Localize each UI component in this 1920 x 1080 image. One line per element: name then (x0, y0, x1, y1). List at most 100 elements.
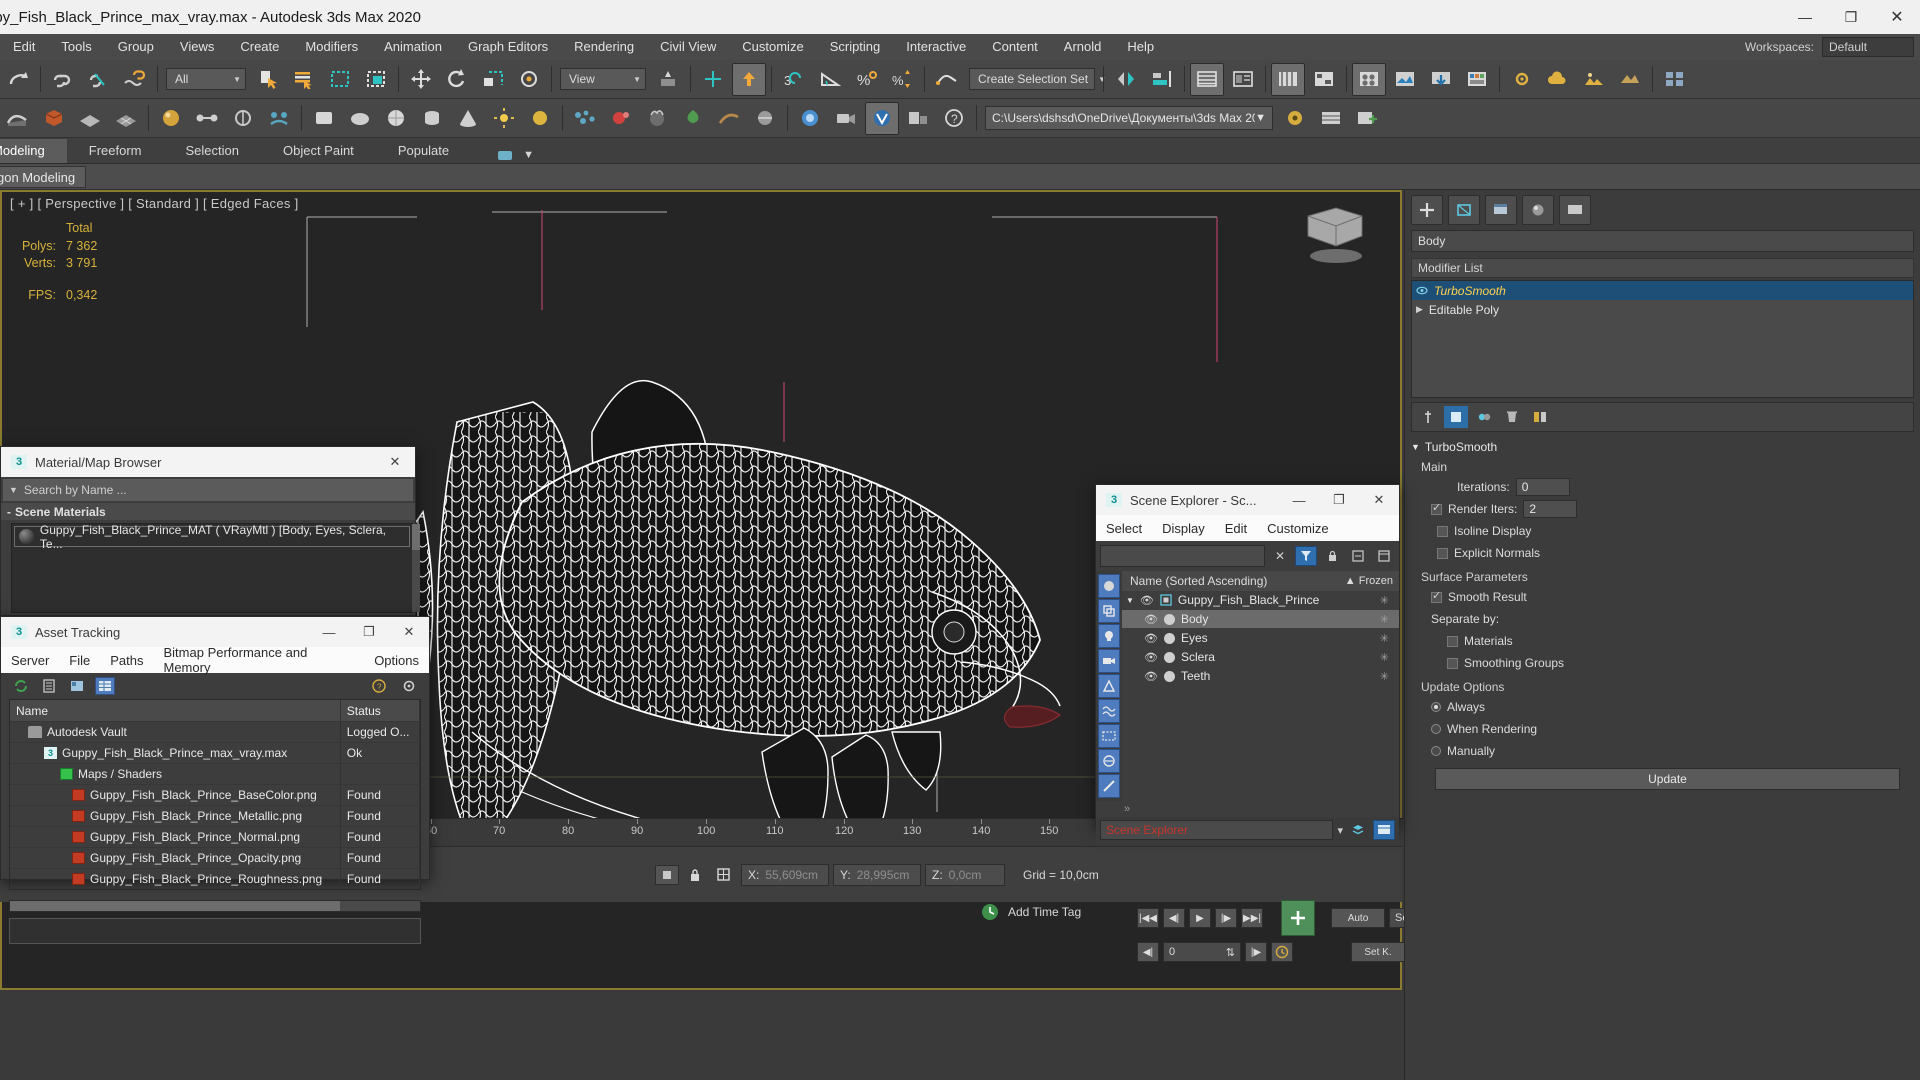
list-item[interactable]: 👁 Eyes ✳ (1122, 629, 1399, 648)
chevron-down-icon[interactable]: ▾ (1337, 824, 1343, 837)
placement-icon[interactable] (512, 63, 546, 96)
target-camera-icon[interactable] (829, 102, 863, 135)
ribbon-tab-freeform[interactable]: Freeform (67, 139, 164, 163)
go-to-start-icon[interactable]: |◀◀ (1137, 908, 1159, 928)
menu-group[interactable]: Group (105, 34, 167, 60)
ribbon-tab-modeling[interactable]: Modeling (0, 139, 67, 163)
asset-tracking-maximize-icon[interactable]: ❐ (349, 617, 389, 647)
pin-stack-icon[interactable] (1416, 406, 1440, 428)
asset-tracking-minimize-icon[interactable]: — (309, 617, 349, 647)
eye-icon[interactable]: 👁 (1144, 651, 1158, 664)
scene-explorer-name-field[interactable]: Scene Explorer (1100, 820, 1334, 840)
list-item[interactable]: 👁 Sclera ✳ (1122, 648, 1399, 667)
frozen-marker[interactable]: ✳ (1380, 613, 1399, 626)
list-item[interactable]: ▼ 👁 Guppy_Fish_Black_Prince ✳ (1122, 591, 1399, 610)
layer-stack-icon[interactable] (1347, 820, 1369, 840)
key-mode-prev-icon[interactable]: ◀| (1137, 942, 1159, 962)
menu-graph-editors[interactable]: Graph Editors (455, 34, 561, 60)
eye-icon[interactable]: 👁 (1144, 613, 1158, 626)
auto-key-button[interactable]: Auto (1331, 908, 1385, 928)
list-item[interactable]: 👁 Teeth ✳ (1122, 667, 1399, 686)
menu-civil-view[interactable]: Civil View (647, 34, 729, 60)
open-render-gallery-icon[interactable] (1577, 63, 1611, 96)
spinner-snap-icon[interactable]: % (885, 63, 919, 96)
material-map-browser-window[interactable]: 3 Material/Map Browser ✕ ▼ Search by Nam… (0, 446, 420, 616)
create-geosphere-icon[interactable] (379, 102, 413, 135)
z-coordinate-field[interactable]: Z: 0,0cm (925, 863, 1005, 886)
expand-all-icon[interactable] (1347, 546, 1369, 566)
eye-icon[interactable]: 👁 (1140, 594, 1154, 607)
menu-modifiers[interactable]: Modifiers (292, 34, 371, 60)
frozen-marker[interactable]: ✳ (1380, 632, 1399, 645)
snaps-toggle-icon[interactable] (732, 62, 766, 96)
time-configuration-icon[interactable] (1271, 942, 1293, 962)
render-frame-window-icon[interactable] (1424, 63, 1458, 96)
hierarchy-tab-icon[interactable] (1485, 195, 1517, 225)
menu-arnold[interactable]: Arnold (1051, 34, 1115, 60)
scene-explorer-minimize-icon[interactable]: — (1279, 485, 1319, 515)
open-scene-converter-icon[interactable] (1613, 63, 1647, 96)
table-row[interactable]: Guppy_Fish_Black_Prince_Roughness.png Fo… (10, 868, 420, 889)
vray-toolbar-icon[interactable] (865, 101, 899, 135)
modifier-list-label[interactable]: Modifier List (1411, 258, 1914, 278)
link-constraint-icon[interactable] (190, 102, 224, 135)
close-icon[interactable]: ✕ (1874, 0, 1920, 34)
named-selection-sets-combo[interactable]: Create Selection Set ▼ (969, 68, 1106, 90)
select-and-manipulate-icon[interactable] (696, 63, 730, 96)
isoline-display-checkbox[interactable] (1437, 525, 1448, 537)
ribbon-tab-populate[interactable]: Populate (376, 139, 471, 163)
x-coordinate-field[interactable]: X: 55,609cm (741, 863, 829, 886)
modify-tab-icon[interactable] (1448, 195, 1480, 225)
menu-animation[interactable]: Animation (371, 34, 455, 60)
chevron-right-icon[interactable]: ▶ (1416, 304, 1423, 315)
collapse-icon[interactable]: - (7, 505, 11, 519)
align-icon[interactable] (1145, 63, 1179, 96)
clear-search-icon[interactable]: ✕ (1269, 546, 1291, 566)
add-layer-icon[interactable] (1350, 102, 1384, 135)
create-cone-icon[interactable] (451, 102, 485, 135)
workspaces-selector[interactable]: Workspaces: Default (1745, 34, 1914, 60)
menu-scripting[interactable]: Scripting (817, 34, 894, 60)
chevron-down-icon[interactable]: ▼ (1126, 596, 1134, 605)
material-search-input[interactable]: Search by Name ... (24, 483, 127, 497)
table-row[interactable]: Maps / Shaders (10, 763, 420, 784)
thumbnail-view-icon[interactable] (67, 677, 87, 695)
add-time-tag-button[interactable] (1281, 900, 1315, 936)
render-elements-icon[interactable] (901, 102, 935, 135)
list-item[interactable]: 👁 Body ✳ (1122, 610, 1399, 629)
selection-lock-square-icon[interactable] (655, 864, 679, 885)
render-iters-checkbox[interactable] (1431, 501, 1442, 515)
settings-icon[interactable] (399, 677, 419, 695)
ik-solver-icon[interactable] (226, 102, 260, 135)
sun-positioner-icon[interactable] (523, 102, 557, 135)
select-object-icon[interactable] (251, 63, 285, 96)
hair-and-fur-icon[interactable] (640, 102, 674, 135)
table-row[interactable]: Autodesk Vault Logged O... (10, 721, 420, 742)
asset-col-status[interactable]: Status (341, 700, 420, 721)
schematic-view-icon[interactable] (1307, 63, 1341, 96)
previous-frame-icon[interactable]: ◀| (1163, 908, 1185, 928)
menu-content[interactable]: Content (979, 34, 1051, 60)
menu-tools[interactable]: Tools (48, 34, 104, 60)
display-tab-icon[interactable] (1559, 195, 1591, 225)
frozen-marker[interactable]: ✳ (1380, 594, 1399, 607)
menu-create[interactable]: Create (227, 34, 292, 60)
unlink-icon[interactable] (82, 63, 116, 96)
asset-tracking-table[interactable]: Name Status Autodesk Vault Logged O... 3… (9, 699, 421, 890)
smoothing-groups-checkbox[interactable] (1447, 657, 1458, 669)
filter-bones-icon[interactable] (1098, 774, 1120, 798)
frozen-marker[interactable]: ✳ (1380, 670, 1399, 683)
asset-table-horizontal-scrollbar[interactable] (9, 900, 421, 912)
filter-geometry-icon[interactable] (1098, 574, 1120, 598)
redo-icon[interactable] (1, 63, 35, 96)
render-setup-icon[interactable] (1388, 63, 1422, 96)
edit-named-selection-icon[interactable] (930, 63, 964, 96)
angle-snap-icon[interactable] (813, 63, 847, 96)
refresh-icon[interactable] (11, 677, 31, 695)
add-time-tag-control[interactable]: Add Time Tag (980, 902, 1081, 922)
material-sphere-icon[interactable] (154, 102, 188, 135)
always-radio[interactable] (1431, 702, 1441, 712)
filter-lights-icon[interactable] (1098, 624, 1120, 648)
scene-explorer-column-name[interactable]: Name (Sorted Ascending) (1130, 574, 1267, 588)
select-by-name-icon[interactable] (287, 63, 321, 96)
